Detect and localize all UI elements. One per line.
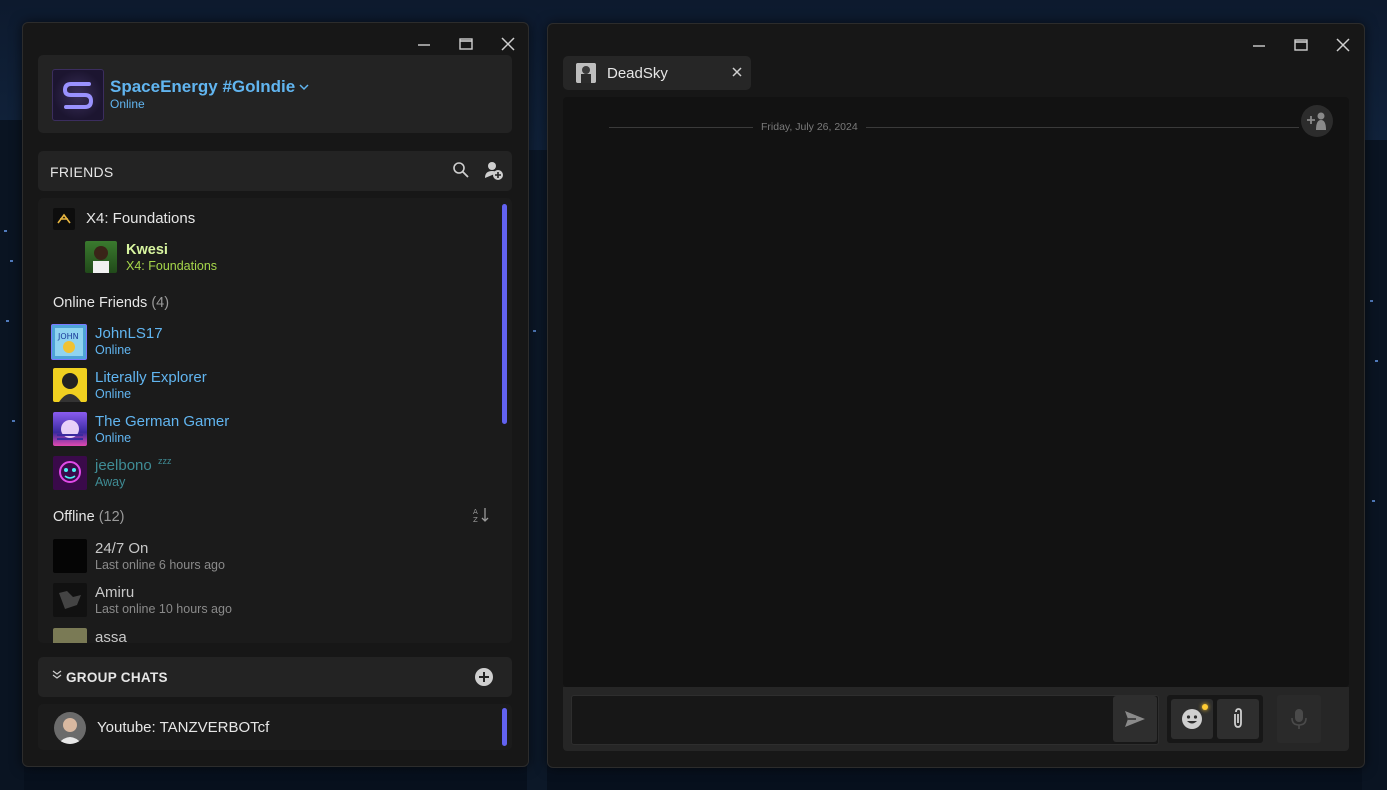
profile-card[interactable]: SpaceEnergy #GoIndie Online [38,55,512,133]
avatar [53,583,87,617]
message-composer [563,687,1349,751]
notification-dot [1202,704,1208,710]
avatar [53,456,87,490]
chevron-down-icon[interactable] [298,79,310,97]
list-item[interactable]: 24/7 On Last online 6 hours ago [38,538,512,574]
svg-text:Z: Z [473,516,478,524]
profile-logo-icon [62,82,94,109]
friends-title: FRIENDS [50,164,114,180]
avatar: JOHN [51,324,87,360]
close-icon [501,37,515,51]
chat-history[interactable]: Friday, July 26, 2024 [563,97,1349,687]
maximize-icon [459,38,473,50]
game-icon [53,208,75,230]
friend-name: Amiru [95,584,135,601]
list-item[interactable]: jeelbono zzz Away [38,456,512,492]
friends-window: SpaceEnergy #GoIndie Online FRIENDS X4: … [22,22,529,767]
offline-section-header[interactable]: Offline (12) [53,509,124,525]
game-name: X4: Foundations [86,210,196,227]
maximize-button[interactable] [1280,30,1322,60]
online-section-count: (4) [151,295,170,311]
avatar [52,69,104,121]
avatar [53,368,87,402]
friend-activity: X4: Foundations [126,259,218,273]
list-item[interactable]: Amiru Last online 10 hours ago [38,582,512,618]
close-icon [1336,38,1350,52]
sort-icon[interactable]: AZ [472,506,492,529]
friend-status: Online [95,431,132,445]
friend-name: assa [95,629,127,643]
friend-name: JohnLS17 [95,325,163,342]
avatar [54,712,86,744]
group-chats-scrollbar[interactable] [502,708,507,746]
microphone-button[interactable] [1277,695,1321,743]
list-item[interactable]: JOHN JohnLS17 Online [38,324,512,360]
group-chat-item[interactable]: Youtube: TANZVERBOTcf [38,704,512,750]
tab-label: DeadSky [607,65,668,82]
friend-name: jeelbono [95,457,152,474]
offline-section-label: Offline [53,509,95,525]
friend-status: Online [95,387,132,401]
date-divider-line [609,127,1299,128]
profile-status: Online [110,97,145,111]
list-item[interactable]: The German Gamer Online [38,412,512,448]
send-button[interactable] [1113,696,1157,742]
group-chats-title: GROUP CHATS [66,670,168,685]
friend-status: Online [95,343,132,357]
avatar [85,241,117,273]
send-icon [1125,711,1145,727]
emoji-icon [1182,709,1202,729]
add-friend-icon[interactable] [484,161,504,186]
attachment-icon [1234,708,1242,728]
group-chats-header[interactable]: GROUP CHATS [38,657,512,697]
friend-name: Literally Explorer [95,369,207,386]
chat-window: DeadSky Friday, July 26, 2024 [547,23,1365,768]
friend-name: 24/7 On [95,540,149,557]
profile-name[interactable]: SpaceEnergy #GoIndie [110,77,295,97]
avatar [53,628,87,643]
attachment-button[interactable] [1217,699,1259,739]
expand-icon[interactable] [52,669,62,684]
online-section-label: Online Friends [53,295,148,311]
add-group-icon[interactable] [474,667,494,692]
maximize-icon [1294,39,1308,51]
avatar [576,63,596,83]
list-item[interactable]: Literally Explorer Online [38,368,512,404]
date-divider: Friday, July 26, 2024 [753,121,866,133]
svg-text:A: A [473,508,478,516]
friend-status: Last online 10 hours ago [95,602,232,616]
list-item[interactable]: Kwesi X4: Foundations [38,241,512,275]
minimize-icon [418,44,430,46]
game-group-header[interactable]: X4: Foundations [38,208,512,230]
friend-name: The German Gamer [95,413,230,430]
friend-status: Away [95,475,126,489]
away-badge: zzz [158,456,172,466]
svg-text:JOHN: JOHN [57,332,79,341]
chat-tab[interactable]: DeadSky [563,56,751,90]
microphone-icon [1291,709,1307,729]
avatar [53,539,87,573]
search-icon[interactable] [452,161,470,184]
emoji-button[interactable] [1171,699,1213,739]
composer-tools [1167,695,1263,743]
list-item[interactable]: assa [38,626,512,643]
minimize-button[interactable] [1238,30,1280,60]
friend-status: Last online 6 hours ago [95,558,225,572]
minimize-icon [1253,45,1265,47]
avatar [53,412,87,446]
group-chat-name: Youtube: TANZVERBOTcf [97,719,270,736]
online-section-header[interactable]: Online Friends (4) [53,295,169,311]
offline-section-count: (12) [98,509,125,525]
close-button[interactable] [1322,30,1364,60]
add-person-icon[interactable] [1301,105,1333,137]
friend-name: Kwesi [126,242,168,258]
friends-list: X4: Foundations Kwesi X4: Foundations On… [38,198,512,643]
close-tab-icon[interactable] [731,65,743,83]
message-input[interactable] [571,695,1159,745]
friends-header: FRIENDS [38,151,512,191]
window-controls [1238,30,1364,60]
